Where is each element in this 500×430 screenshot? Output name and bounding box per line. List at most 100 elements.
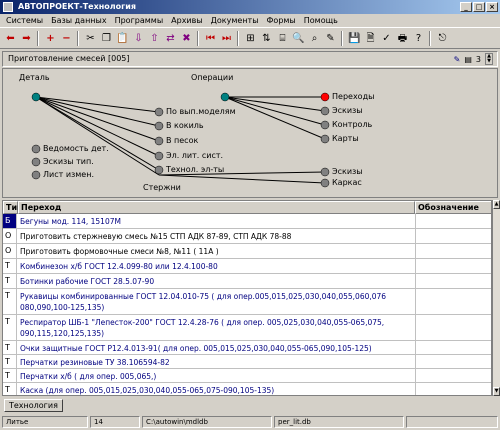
arrow-right-icon[interactable]: ➡ [20,32,33,45]
tab-technology[interactable]: Технология [4,399,63,412]
label-gating-system: Эл. лит. сист. [166,151,224,160]
menu-databases[interactable]: Базы данных [47,14,110,27]
node-sand[interactable] [154,136,164,146]
move-icon[interactable]: ⇧ [148,32,161,45]
arrow-left-icon[interactable]: ⬅ [4,32,17,45]
remove-icon[interactable]: − [60,32,73,45]
table-row[interactable]: Т Перчатки резиновые ТУ 38.106594-82 [3,355,491,369]
menu-documents[interactable]: Документы [207,14,263,27]
row-notes[interactable] [415,229,491,243]
insert-icon[interactable]: ⇩ [132,32,145,45]
table-row[interactable]: Т Перчатки х/б ( для опер. 005,065,) [3,369,491,383]
document-header: Приготовление смесей [005] ✎ ▤ 3 ▲ ▼ [2,51,498,67]
replace-icon[interactable]: ⇄ [164,32,177,45]
page-spinner[interactable]: ▲ ▼ [485,53,493,65]
document-title: Приготовление смесей [005] [8,54,130,63]
column-header-transition[interactable]: Переход [18,201,415,214]
table-row[interactable]: Т Очки защитные ГОСТ Р12.4.013-91( для о… [3,341,491,355]
exit-icon[interactable]: ⎋ [436,32,449,45]
node-detail[interactable] [31,92,41,102]
row-type: Т [3,289,17,314]
window-title: АВТОПРОЕКТ-Технология [18,2,137,11]
node-gating-system[interactable] [154,151,164,161]
edit-icon[interactable]: ✎ [454,55,461,64]
node-control[interactable] [320,120,330,130]
row-notes[interactable] [415,289,491,314]
table-row[interactable]: Т Комбинезон х/б ГОСТ 12.4.099-80 или 12… [3,259,491,274]
status-count: 14 [90,416,140,428]
app-icon[interactable] [3,2,13,12]
column-header-type[interactable]: Тип [3,201,23,214]
row-notes[interactable] [415,355,491,368]
label-detail: Деталь [19,73,50,82]
node-by-models[interactable] [154,107,164,117]
save-icon[interactable]: 💾 [348,32,361,45]
scroll-up-icon[interactable]: ▲ [493,200,500,209]
find-replace-icon[interactable]: ⌕ [308,32,321,45]
sort-icon[interactable]: ⇅ [260,32,273,45]
table-row[interactable]: Т Ботинки рабочие ГОСТ 28.5.07-90 [3,274,491,289]
label-by-models: По вып.моделям [166,107,236,116]
copy-icon[interactable]: ❐ [100,32,113,45]
vertical-scrollbar[interactable]: ▲ ▼ [492,200,500,396]
last-record-icon[interactable]: ⏭ [220,32,233,45]
help-icon[interactable]: ? [412,32,425,45]
row-notes[interactable] [415,341,491,354]
notes-icon[interactable]: ▤ [464,55,472,64]
add-icon[interactable]: + [44,32,57,45]
row-notes[interactable] [415,274,491,288]
table-row[interactable]: О Приготовить стержневую смесь №15 СТП А… [3,229,491,244]
row-type: Т [3,315,17,340]
minimize-button[interactable]: _ [460,2,472,12]
node-frame[interactable] [320,178,330,188]
close-button[interactable]: × [486,2,498,12]
diagram-lines [31,92,330,188]
row-notes[interactable] [415,369,491,382]
node-parts-list[interactable] [31,144,41,154]
row-notes[interactable] [415,244,491,258]
node-cards[interactable] [320,134,330,144]
row-transition: Приготовить формовочные смеси №8, №11 ( … [20,247,219,256]
spell-check-icon[interactable]: ✓ [380,32,393,45]
find-icon[interactable]: 🔍 [292,32,305,45]
menubar: Системы Базы данных Программы Архивы Док… [0,14,500,27]
row-notes[interactable] [415,259,491,273]
filter-icon[interactable]: ⌸ [276,32,289,45]
node-typical-sketches[interactable] [31,157,41,167]
column-header-notes[interactable]: Обозначение [415,201,491,214]
node-rod-sketches[interactable] [320,167,330,177]
menu-programs[interactable]: Программы [111,14,168,27]
cut-icon[interactable]: ✂ [84,32,97,45]
row-notes[interactable] [415,315,491,340]
node-change-sheet[interactable] [31,170,41,180]
table-row[interactable]: Б Бегуны мод. 114, 15107М [3,214,491,229]
print-icon[interactable]: 🖶 [396,32,409,45]
table-row[interactable]: Т Респиратор ШБ-1 "Лепесток-200" ГОСТ 12… [3,315,491,341]
maximize-button[interactable]: □ [473,2,485,12]
label-chill-mold: В кокиль [166,121,204,130]
row-notes[interactable] [415,214,491,228]
scroll-down-icon[interactable]: ▼ [493,387,500,396]
row-notes[interactable] [415,383,491,395]
node-tech-elements[interactable] [154,165,164,175]
row-transition: Приготовить стержневую смесь №15 СТП АДК… [20,232,292,241]
status-bar: Литье 14 C:\autowin\mdldb per_lit.db [0,414,500,430]
document-icon[interactable]: 🗎 [364,32,377,45]
node-sketches[interactable] [320,106,330,116]
tree-icon[interactable]: ⊞ [244,32,257,45]
edit-text-icon[interactable]: ✎ [324,32,337,45]
table-row[interactable]: Т Каска (для опер. 005,015,025,030,040,0… [3,383,491,395]
table-row[interactable]: Т Рукавицы комбинированные ГОСТ 12.04.01… [3,289,491,315]
table-row[interactable]: О Приготовить формовочные смеси №8, №11 … [3,244,491,259]
menu-systems[interactable]: Системы [2,14,47,27]
paste-icon[interactable]: 📋 [116,32,129,45]
menu-archives[interactable]: Архивы [167,14,207,27]
node-operations[interactable] [220,92,230,102]
row-type: Б [3,214,17,228]
delete-icon[interactable]: ✖ [180,32,193,45]
menu-forms[interactable]: Формы [263,14,300,27]
first-record-icon[interactable]: ⏮ [204,32,217,45]
node-transitions[interactable] [320,92,330,102]
menu-help[interactable]: Помощь [300,14,342,27]
node-chill-mold[interactable] [154,121,164,131]
